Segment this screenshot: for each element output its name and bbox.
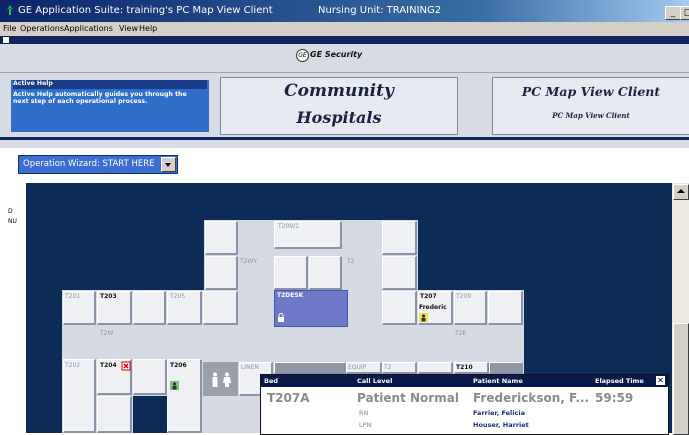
app-icon (7, 5, 13, 15)
menu-bar: File Operations Applications View Help (0, 22, 689, 36)
arrow-up-icon (677, 189, 685, 193)
room[interactable] (274, 256, 308, 290)
room-t206[interactable] (167, 359, 202, 433)
desk-label: T2DESK (277, 292, 304, 299)
room-t202[interactable] (63, 359, 96, 433)
header-separator (0, 137, 689, 140)
room-label: LINEN (241, 364, 259, 371)
ge-logo-icon: GE (296, 49, 309, 62)
patient-call-popup: Bed Call Level Patient Name Elapsed Time… (260, 374, 669, 435)
header-divider (0, 72, 689, 73)
call-alert-icon (121, 361, 131, 371)
room-label: T2 (384, 364, 392, 371)
brand-label: GE Security (310, 50, 363, 59)
room[interactable] (309, 256, 342, 290)
active-help-title: Active Help (13, 80, 207, 89)
room-label: T210 (456, 364, 473, 371)
scroll-thumb[interactable] (673, 323, 689, 435)
menu-file[interactable]: File (3, 24, 16, 33)
room[interactable] (97, 396, 132, 433)
dropdown-arrow-button[interactable] (161, 157, 176, 172)
room[interactable] (133, 359, 167, 395)
title-bar: GE Application Suite: training's PC Map … (0, 0, 689, 22)
patient-icon (419, 313, 428, 322)
col-call-level: Call Level (357, 377, 393, 385)
restore-button[interactable]: □ (680, 6, 689, 20)
nursing-unit-label: Nursing Unit: TRAINING2 (318, 5, 442, 16)
room[interactable] (489, 362, 523, 374)
corridor-label: T2E (455, 330, 467, 337)
organization-card: Community Hospitals (220, 77, 458, 135)
room-label: EQUIP (348, 364, 367, 371)
lock-icon (278, 313, 284, 322)
room-label: T204 (100, 362, 117, 369)
org-name-line1: Community (284, 81, 394, 101)
staff-role: RN (359, 409, 369, 417)
room-label: T203 (100, 293, 117, 300)
staff-name: Houser, Harriet (473, 421, 529, 429)
popup-header: Bed Call Level Patient Name Elapsed Time… (261, 375, 668, 387)
elapsed-time-value: 59:59 (595, 391, 634, 405)
room[interactable] (382, 291, 417, 325)
staff-role: LPN (359, 421, 372, 429)
org-name-line2: Hospitals (296, 108, 382, 127)
room[interactable] (488, 291, 523, 325)
client-card: PC Map View Client PC Map View Client (492, 77, 689, 135)
room[interactable] (382, 256, 417, 290)
patient-icon (170, 381, 179, 390)
minimize-button[interactable]: _ (665, 6, 681, 20)
restroom-icon (212, 372, 231, 387)
map-scrollbar[interactable] (672, 183, 689, 435)
col-elapsed-time: Elapsed Time (595, 377, 644, 385)
room[interactable] (205, 256, 238, 290)
col-patient-name: Patient Name (473, 377, 523, 385)
bed-value: T207A (267, 391, 310, 405)
room[interactable] (133, 291, 166, 325)
menu-help[interactable]: Help (139, 24, 157, 33)
window-title: GE Application Suite: training's PC Map … (18, 5, 273, 16)
room[interactable] (382, 221, 417, 255)
room-label: T206 (170, 362, 187, 369)
col-bed: Bed (264, 377, 279, 385)
toolbar-strip (0, 36, 689, 44)
close-icon[interactable]: ✕ (656, 376, 665, 385)
staff-name: Farrier, Felicia (473, 409, 525, 417)
room-label: T201 (65, 293, 81, 300)
call-level-value: Patient Normal (357, 391, 459, 405)
client-title: PC Map View Client (521, 84, 661, 99)
courtyard (133, 396, 167, 433)
room-label: T209/1 (278, 223, 299, 230)
side-label-nu: NU (8, 218, 17, 225)
room-label: T202 (65, 362, 81, 369)
patient-name-value: Frederickson, F... (473, 391, 590, 405)
toolbar-marker-icon (3, 37, 9, 43)
menu-applications[interactable]: Applications (64, 24, 113, 33)
chevron-down-icon (165, 163, 171, 167)
active-help-panel: Active Help Active Help automatically gu… (11, 80, 209, 132)
scroll-up-button[interactable] (673, 184, 689, 200)
operation-wizard-select[interactable]: Operation Wizard: START HERE (18, 155, 178, 174)
room-label: T209 (456, 293, 472, 300)
client-subtitle: PC Map View Client (552, 111, 630, 120)
room-label: T205 (170, 293, 186, 300)
room-label: T2 (347, 258, 355, 265)
room[interactable] (205, 221, 238, 255)
menu-operations[interactable]: Operations (20, 24, 64, 33)
room-label: T2WY (240, 258, 258, 265)
room[interactable] (203, 291, 238, 325)
corridor-label: T2W (100, 330, 114, 337)
menu-view[interactable]: View (119, 24, 138, 33)
active-help-text: Active Help automatically guides you thr… (13, 91, 187, 105)
operation-wizard-value: Operation Wizard: START HERE (23, 159, 155, 169)
side-label-d: D (8, 208, 13, 215)
room-label: T207 (420, 293, 437, 300)
patient-name-label: Frederic (419, 304, 447, 311)
room[interactable] (274, 362, 346, 374)
room[interactable] (418, 362, 453, 374)
